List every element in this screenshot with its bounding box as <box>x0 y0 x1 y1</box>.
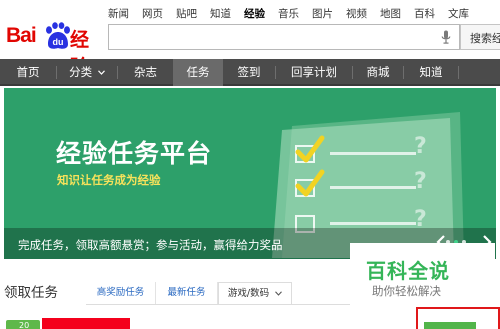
product-nav-news[interactable]: 新闻 <box>108 6 129 22</box>
main-nav: 首页 分类 杂志 任务 签到 回享计划 商城 知道 <box>0 59 500 86</box>
baike-quanshuo-watermark: 百科全说 助你轻松解决 <box>350 243 495 301</box>
banner-caption: 完成任务，领取高额悬赏；参与活动，赢得给力奖品 <box>18 238 283 252</box>
tab-games-digital[interactable]: 游戏/数码 <box>218 282 292 304</box>
main-nav-home[interactable]: 首页 <box>0 59 56 86</box>
product-nav-music[interactable]: 音乐 <box>278 6 299 22</box>
banner-title: 经验任务平台 <box>56 139 213 168</box>
main-nav-reward-plan[interactable]: 回享计划 <box>276 59 352 86</box>
chevron-down-icon <box>97 70 105 75</box>
baidu-paw-icon: du <box>46 22 70 49</box>
main-nav-tasks[interactable]: 任务 <box>173 59 223 86</box>
search-input[interactable] <box>108 24 460 50</box>
product-nav-images[interactable]: 图片 <box>312 6 333 22</box>
tab-high-reward[interactable]: 高奖励任务 <box>86 282 156 304</box>
product-nav-baike[interactable]: 百科 <box>414 6 435 22</box>
main-nav-checkin-label: 签到 <box>237 65 261 79</box>
reward-badge-value: 20 <box>19 321 30 329</box>
redacted-task-title <box>42 318 130 329</box>
product-nav-web[interactable]: 网页 <box>142 6 163 22</box>
logo-text-bai: Bai <box>6 24 37 47</box>
main-nav-category[interactable]: 分类 <box>57 59 117 86</box>
tabs-divider <box>86 304 350 305</box>
paw-text: du <box>53 37 64 47</box>
question-mark-icon: ? <box>414 169 427 194</box>
main-nav-reward-plan-label: 回享计划 <box>291 65 337 79</box>
baidu-jingyan-logo[interactable]: Bai du 经验 <box>6 22 98 78</box>
main-nav-checkin[interactable]: 签到 <box>223 59 275 86</box>
watermark-tagline: 助你轻松解决 <box>372 284 441 298</box>
chevron-down-icon <box>275 291 283 296</box>
microphone-icon[interactable] <box>441 30 451 45</box>
product-nav-map[interactable]: 地图 <box>380 6 401 22</box>
product-nav-jingyan[interactable]: 经验 <box>244 6 265 22</box>
product-nav-wenku[interactable]: 文库 <box>448 6 469 22</box>
main-nav-tasks-label: 任务 <box>186 65 210 79</box>
tab-games-digital-label: 游戏/数码 <box>227 288 270 299</box>
product-nav-zhidao[interactable]: 知道 <box>210 6 231 22</box>
question-mark-icon: ? <box>414 134 427 159</box>
watermark-title: 百科全说 <box>366 259 450 283</box>
main-nav-mall-label: 商城 <box>366 65 390 79</box>
main-nav-magazine-label: 杂志 <box>134 65 157 79</box>
main-nav-divider <box>458 66 459 79</box>
reward-badge: 20 <box>6 320 40 329</box>
search-button[interactable]: 搜索经验 <box>460 24 500 50</box>
main-nav-mall[interactable]: 商城 <box>353 59 403 86</box>
main-nav-zhidao-label: 知道 <box>419 65 443 79</box>
main-nav-zhidao[interactable]: 知道 <box>404 59 458 86</box>
product-nav: 新闻 网页 贴吧 知道 经验 音乐 图片 视频 地图 百科 文库 <box>108 6 482 22</box>
main-nav-magazine[interactable]: 杂志 <box>118 59 173 86</box>
main-nav-category-label: 分类 <box>69 65 93 79</box>
banner-subtitle: 知识让任务成为经验 <box>57 173 161 187</box>
tab-latest[interactable]: 最新任务 <box>156 282 218 304</box>
tasks-heading: 领取任务 <box>4 285 58 301</box>
product-nav-tieba[interactable]: 贴吧 <box>176 6 197 22</box>
claim-task-button[interactable] <box>424 322 476 329</box>
main-nav-home-label: 首页 <box>16 65 40 79</box>
task-platform-banner[interactable]: ? ? ? 经验任务平台 知识让任务成为经验 完成任务，领取高额悬赏；参与活动，… <box>4 88 496 259</box>
product-nav-video[interactable]: 视频 <box>346 6 367 22</box>
